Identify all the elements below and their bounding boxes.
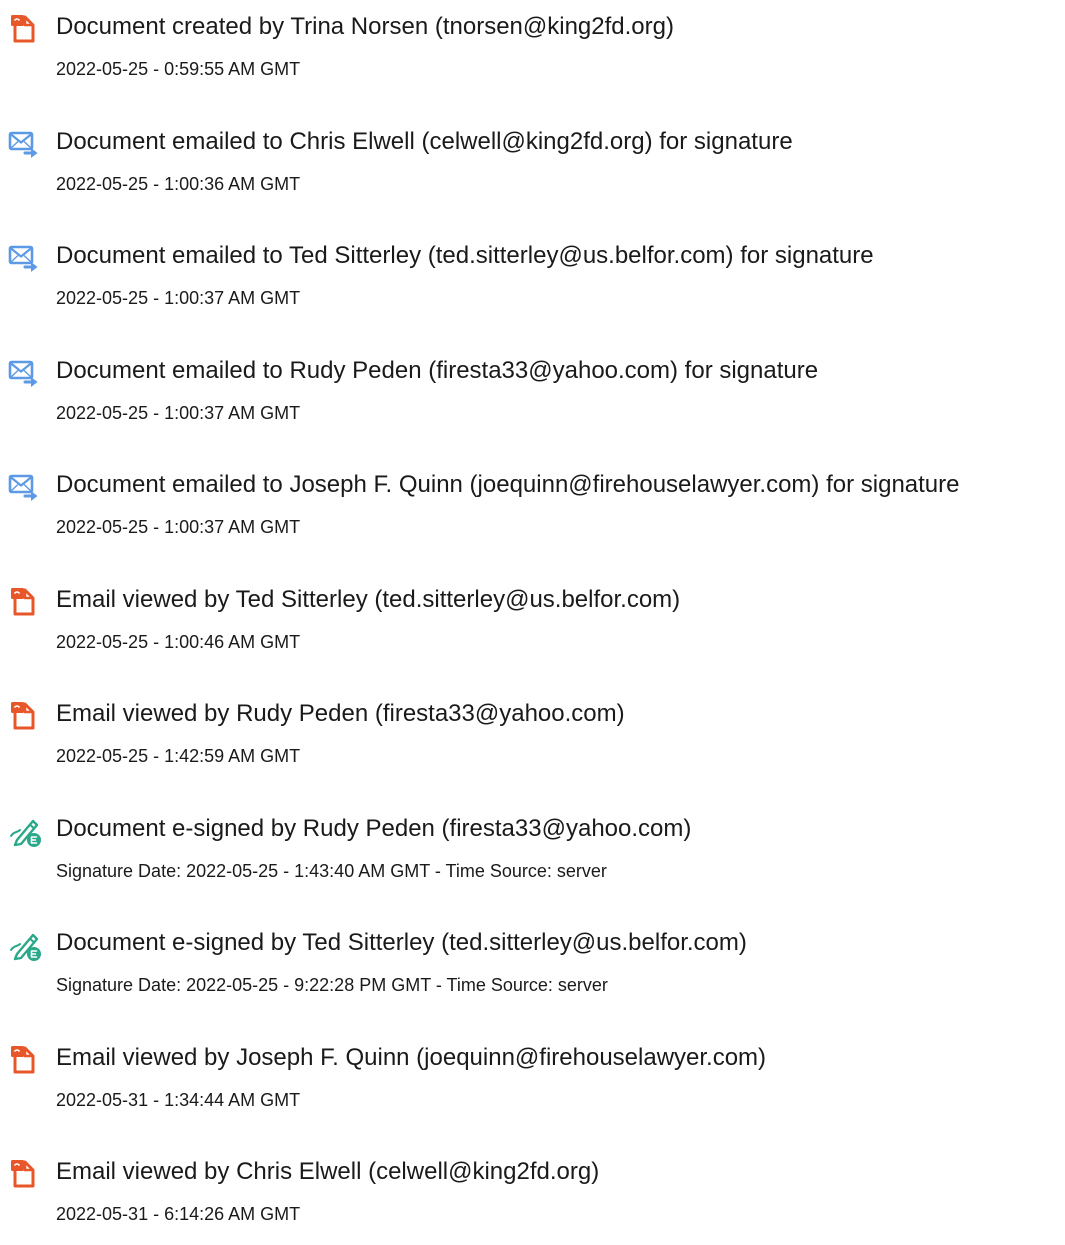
event-title: Document e-signed by Ted Sitterley (ted.… <box>56 929 747 956</box>
event-timestamp: 2022-05-25 - 1:00:46 AM GMT <box>56 632 301 652</box>
event-title: Document emailed to Rudy Peden (firesta3… <box>56 357 819 384</box>
email-sent-icon <box>8 356 42 390</box>
esign-pen-icon <box>8 814 42 848</box>
document-icon <box>8 1043 42 1077</box>
audit-event: Document emailed to Rudy Peden (firesta3… <box>0 344 1065 444</box>
audit-event: Document emailed to Joseph F. Quinn (joe… <box>0 458 1065 558</box>
event-timestamp: 2022-05-25 - 0:59:55 AM GMT <box>56 59 301 79</box>
event-timestamp: 2022-05-31 - 1:34:44 AM GMT <box>56 1090 301 1110</box>
audit-event: Email viewed by Joseph F. Quinn (joequin… <box>0 1031 1065 1131</box>
audit-event: Document created by Trina Norsen (tnorse… <box>0 0 1065 100</box>
audit-event: Document emailed to Ted Sitterley (ted.s… <box>0 229 1065 329</box>
event-title: Email viewed by Joseph F. Quinn (joequin… <box>56 1044 767 1071</box>
event-title: Email viewed by Rudy Peden (firesta33@ya… <box>56 700 625 727</box>
audit-event: Email viewed by Ted Sitterley (ted.sitte… <box>0 573 1065 673</box>
email-sent-icon <box>8 127 42 161</box>
event-title: Email viewed by Chris Elwell (celwell@ki… <box>56 1158 600 1185</box>
event-title: Document emailed to Chris Elwell (celwel… <box>56 128 793 155</box>
audit-event: Email viewed by Chris Elwell (celwell@ki… <box>0 1145 1065 1245</box>
event-title: Document emailed to Ted Sitterley (ted.s… <box>56 242 874 269</box>
event-timestamp: 2022-05-31 - 6:14:26 AM GMT <box>56 1204 301 1224</box>
event-timestamp: 2022-05-25 - 1:42:59 AM GMT <box>56 746 301 766</box>
event-timestamp: Signature Date: 2022-05-25 - 1:43:40 AM … <box>56 861 607 881</box>
event-title: Document created by Trina Norsen (tnorse… <box>56 13 674 40</box>
document-icon <box>8 1157 42 1191</box>
event-timestamp: 2022-05-25 - 1:00:37 AM GMT <box>56 517 301 537</box>
esign-pen-icon <box>8 928 42 962</box>
document-icon <box>8 12 42 46</box>
event-timestamp: 2022-05-25 - 1:00:36 AM GMT <box>56 174 301 194</box>
event-timestamp: 2022-05-25 - 1:00:37 AM GMT <box>56 288 301 308</box>
email-sent-icon <box>8 241 42 275</box>
document-icon <box>8 699 42 733</box>
event-title: Document e-signed by Rudy Peden (firesta… <box>56 815 692 842</box>
event-title: Document emailed to Joseph F. Quinn (joe… <box>56 471 960 498</box>
event-timestamp: 2022-05-25 - 1:00:37 AM GMT <box>56 403 301 423</box>
event-timestamp: Signature Date: 2022-05-25 - 9:22:28 PM … <box>56 975 608 995</box>
audit-event: Document e-signed by Rudy Peden (firesta… <box>0 802 1065 902</box>
audit-event: Document e-signed by Ted Sitterley (ted.… <box>0 916 1065 1016</box>
document-icon <box>8 585 42 619</box>
email-sent-icon <box>8 470 42 504</box>
event-title: Email viewed by Ted Sitterley (ted.sitte… <box>56 586 681 613</box>
audit-event: Email viewed by Rudy Peden (firesta33@ya… <box>0 687 1065 787</box>
audit-event: Document emailed to Chris Elwell (celwel… <box>0 115 1065 215</box>
